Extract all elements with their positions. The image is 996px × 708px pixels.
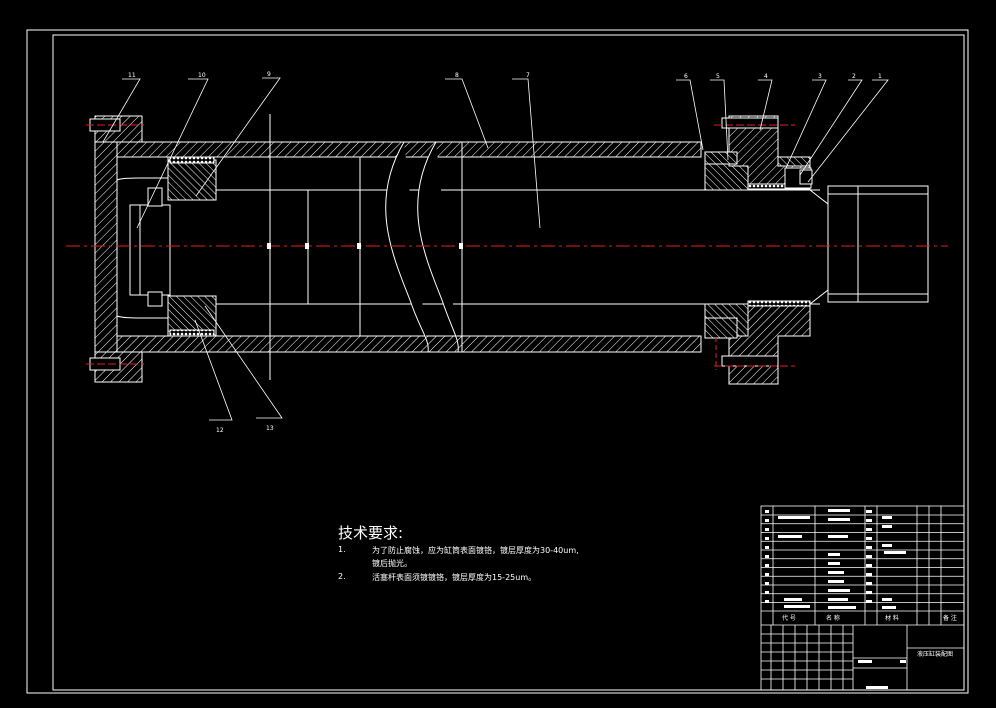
rod-end-thread — [827, 185, 929, 303]
bom-cell-mark — [828, 562, 840, 565]
part-number-1: 1 — [878, 73, 882, 80]
bom-cell-mark — [828, 580, 844, 583]
bom-cell-mark — [882, 606, 896, 609]
bom-cell-mark — [866, 573, 872, 576]
bom-cell-mark — [765, 510, 769, 513]
tech-req-text-1: 为了防止腐蚀，应为缸筒表面镀铬，镀层厚度为30-40um, — [372, 546, 579, 555]
bom-cell-mark — [882, 525, 892, 528]
part-number-10: 10 — [198, 72, 206, 79]
bom-cell-mark — [765, 546, 769, 549]
tech-req-text-2: 活塞杆表面须镀镀铬，镀层厚度为15-25um。 — [372, 573, 537, 582]
bom-cell-mark — [778, 535, 802, 538]
bom-cell-mark — [765, 528, 769, 531]
bom-cell-mark — [765, 555, 769, 558]
break-line — [385, 141, 429, 353]
bom-cell-mark — [765, 573, 769, 576]
bom-cell-mark — [866, 555, 872, 558]
cylinder-barrel-top — [116, 141, 702, 158]
bom-cell-mark — [866, 519, 872, 522]
bom-cell-mark — [828, 553, 840, 556]
bom-cell-mark — [866, 528, 872, 531]
bom-cell-mark — [828, 535, 848, 538]
bom-cell-mark — [784, 598, 802, 601]
part-number-9: 9 — [267, 71, 271, 78]
bom-cell-mark — [765, 591, 769, 594]
bom-cell-mark — [882, 544, 892, 547]
bom-cell-mark — [828, 509, 850, 512]
bom-cell-mark — [828, 598, 848, 601]
bom-cell-mark — [866, 591, 872, 594]
part-number-3: 3 — [818, 73, 822, 80]
cylinder-barrel-bottom — [116, 335, 702, 353]
bom-cell-mark — [882, 598, 892, 601]
piston-upper — [167, 159, 217, 201]
part-number-12: 12 — [216, 427, 224, 434]
part-number-6: 6 — [684, 73, 688, 80]
bom-cell-mark — [884, 551, 906, 554]
rod-end — [809, 189, 829, 305]
bom-header-material: 材 料 — [885, 614, 899, 622]
bom-cell-mark — [778, 516, 810, 519]
bom-cell-mark — [882, 516, 892, 519]
bom-cell-mark — [858, 660, 872, 663]
tech-req-num-1: 1. — [338, 545, 346, 554]
bom-cell-mark — [866, 546, 872, 549]
bom-cell-mark — [866, 564, 872, 567]
bom-cell-mark — [866, 686, 888, 689]
piston-seal-top — [169, 156, 215, 164]
bom-cell-mark — [866, 537, 872, 540]
bolt-right-top — [721, 117, 779, 129]
assembly-drawing: 11 10 9 8 7 6 5 4 3 2 1 12 13 代 号 名 称 材 … — [26, 29, 969, 694]
bom-cell-mark — [828, 571, 844, 574]
tech-req-num-2: 2. — [338, 572, 346, 581]
bom-cell-mark — [866, 600, 872, 603]
drawing-title: 液压缸装配图 — [917, 650, 953, 658]
part-number-11: 11 — [128, 72, 136, 79]
bom-cell-mark — [765, 519, 769, 522]
bom-header-code: 代 号 — [782, 614, 796, 622]
part-number-5: 5 — [716, 73, 720, 80]
part-number-13: 13 — [266, 425, 274, 432]
piston-seal-bottom — [169, 329, 215, 337]
piston-nut — [129, 204, 171, 296]
bolt-right-bottom — [721, 355, 779, 367]
bom-cell-mark — [828, 518, 850, 521]
bom-cell-mark — [765, 564, 769, 567]
bom-cell-mark — [866, 510, 872, 513]
tech-requirements-title: 技术要求: — [338, 524, 404, 542]
part-number-4: 4 — [764, 73, 768, 80]
bom-cell-mark — [828, 589, 850, 592]
bom-header-remark: 备 注 — [943, 614, 957, 622]
part-number-2: 2 — [852, 73, 856, 80]
bom-cell-mark — [765, 582, 769, 585]
bom-cell-mark — [784, 605, 810, 608]
bom-cell-mark — [765, 600, 769, 603]
rod-seal-bottom — [747, 300, 811, 307]
part-number-8: 8 — [455, 72, 459, 79]
bom-cell-mark — [765, 537, 769, 540]
cylinder-assembly — [89, 114, 929, 385]
bom-cell-mark — [828, 606, 856, 609]
bom-cell-mark — [866, 582, 872, 585]
bom-cell-mark — [900, 660, 906, 663]
tech-req-text-1b: 镀后抛光。 — [372, 559, 412, 568]
part-number-7: 7 — [526, 72, 530, 79]
bom-header-name: 名 称 — [826, 614, 840, 622]
